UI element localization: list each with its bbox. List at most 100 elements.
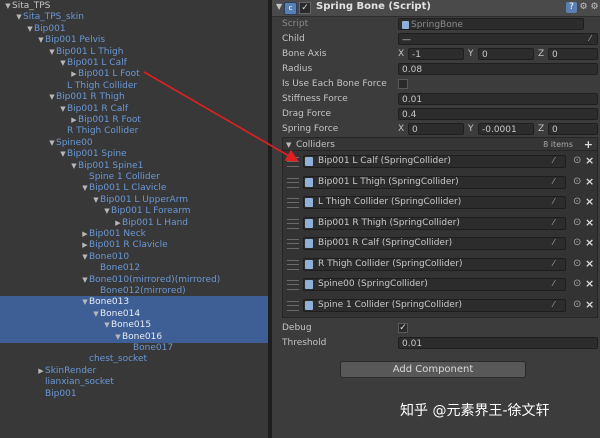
radius-field[interactable]: 0.08 (398, 63, 598, 75)
expand-arrow-down-icon[interactable]: ▼ (81, 182, 89, 194)
drag-handle-icon[interactable] (287, 218, 299, 229)
collider-object-field[interactable]: Spine00 (SpringCollider) (303, 278, 566, 291)
colliders-fold-icon[interactable]: ▼ (286, 138, 291, 152)
threshold-field[interactable]: 0.01 (398, 337, 598, 349)
hierarchy-row[interactable]: chest_socket (0, 353, 268, 365)
expand-arrow-down-icon[interactable]: ▼ (37, 34, 45, 46)
select-target-icon[interactable]: ⊙ (573, 237, 581, 248)
colliders-list-header[interactable]: ▼ Colliders 8 items + (282, 137, 598, 151)
select-target-icon[interactable]: ⊙ (573, 278, 581, 289)
select-target-icon[interactable]: ⊙ (573, 299, 581, 310)
object-picker-icon[interactable]: ⁄ (553, 259, 554, 268)
remove-item-icon[interactable]: × (585, 236, 594, 249)
hierarchy-row[interactable]: ▶Bip001 Neck (0, 228, 268, 240)
hierarchy-row[interactable]: Bip001 (0, 388, 268, 400)
drag-handle-icon[interactable] (287, 239, 299, 249)
hierarchy-row[interactable]: ▼Bone015 (0, 319, 268, 332)
object-picker-icon[interactable]: ⁄ (553, 279, 554, 288)
collider-object-field[interactable]: L Thigh Collider (SpringCollider) (303, 196, 566, 209)
spring-y-field[interactable]: -0.0001 (478, 123, 534, 135)
hierarchy-row[interactable]: ▼Bone010 (0, 251, 268, 263)
expand-arrow-right-icon[interactable]: ▶ (70, 114, 78, 126)
expand-arrow-right-icon[interactable]: ▶ (70, 68, 78, 80)
select-target-icon[interactable]: ⊙ (573, 217, 581, 228)
expand-arrow-down-icon[interactable]: ▼ (92, 308, 100, 320)
drag-handle-icon[interactable] (287, 177, 299, 188)
component-fold-icon[interactable]: ▼ (276, 2, 282, 11)
hierarchy-row[interactable]: ▼Bip001 L Clavicle (0, 182, 268, 194)
expand-arrow-down-icon[interactable]: ▼ (103, 205, 111, 217)
hierarchy-row[interactable]: ▼Bip001 L Thigh (0, 46, 268, 58)
expand-arrow-down-icon[interactable]: ▼ (48, 46, 56, 58)
spring-z-field[interactable]: 0 (548, 123, 598, 135)
drag-handle-icon[interactable] (287, 157, 299, 167)
hierarchy-row[interactable]: ▼Bone013 (0, 296, 268, 309)
select-target-icon[interactable]: ⊙ (573, 155, 581, 166)
collider-object-field[interactable]: R Thigh Collider (SpringCollider) (303, 257, 566, 271)
expand-arrow-down-icon[interactable]: ▼ (81, 296, 89, 308)
preset-icon[interactable]: ⚙ (578, 2, 589, 13)
hierarchy-row[interactable]: lianxian_socket (0, 376, 268, 388)
remove-item-icon[interactable]: × (585, 195, 594, 208)
remove-item-icon[interactable]: × (585, 175, 594, 188)
object-picker-icon[interactable]: ⁄ (553, 300, 554, 309)
drag-handle-icon[interactable] (287, 280, 299, 290)
hierarchy-row[interactable]: R Thigh Collider (0, 125, 268, 137)
hierarchy-row[interactable]: ▶Bip001 L Foot (0, 68, 268, 80)
hierarchy-row[interactable]: ▶Bip001 L Hand (0, 217, 268, 229)
expand-arrow-down-icon[interactable]: ▼ (48, 91, 56, 103)
expand-arrow-down-icon[interactable]: ▼ (81, 274, 89, 286)
spring-x-field[interactable]: 0 (408, 123, 464, 135)
hierarchy-row[interactable]: ▼Bip001 Pelvis (0, 34, 268, 46)
add-collider-plus-icon[interactable]: + (584, 138, 593, 152)
expand-arrow-down-icon[interactable]: ▼ (114, 331, 122, 343)
hierarchy-row[interactable]: Bone017 (0, 342, 268, 354)
drag-handle-icon[interactable] (287, 259, 299, 270)
hierarchy-row[interactable]: ▶SkinRender (0, 365, 268, 377)
bone-axis-y-field[interactable]: 0 (478, 48, 534, 60)
hierarchy-row[interactable]: ▼Spine00 (0, 137, 268, 149)
hierarchy-row[interactable]: ▼Bip001 (0, 23, 268, 35)
expand-arrow-down-icon[interactable]: ▼ (15, 11, 23, 23)
object-picker-icon[interactable]: ⁄ (553, 156, 554, 165)
drag-field[interactable]: 0.4 (398, 108, 598, 120)
hierarchy-row[interactable]: Bone012 (0, 262, 268, 274)
hierarchy-row[interactable]: ▼Bip001 L UpperArm (0, 194, 268, 206)
hierarchy-row[interactable]: Spine 1 Collider (0, 171, 268, 183)
expand-arrow-right-icon[interactable]: ▶ (114, 217, 122, 229)
expand-arrow-down-icon[interactable]: ▼ (26, 23, 34, 35)
drag-handle-icon[interactable] (287, 300, 299, 311)
debug-checkbox[interactable]: ✓ (398, 323, 408, 333)
remove-item-icon[interactable]: × (585, 154, 594, 167)
gear-icon[interactable]: ⚙ (589, 2, 600, 13)
expand-arrow-right-icon[interactable]: ▶ (81, 228, 89, 240)
collider-object-field[interactable]: Bip001 R Calf (SpringCollider) (303, 237, 566, 250)
hierarchy-row[interactable]: ▼Bip001 L Forearm (0, 205, 268, 217)
remove-item-icon[interactable]: × (585, 298, 594, 311)
hierarchy-row[interactable]: ▼Bip001 Spine (0, 148, 268, 160)
hierarchy-row[interactable]: Bone012(mirrored) (0, 285, 268, 297)
expand-arrow-down-icon[interactable]: ▼ (59, 57, 67, 69)
hierarchy-row[interactable]: ▼Sita_TPS_skin (0, 11, 268, 23)
hierarchy-row[interactable]: ▶Bip001 R Clavicle (0, 239, 268, 251)
hierarchy-row[interactable]: ▼Bip001 R Calf (0, 103, 268, 115)
hierarchy-row[interactable]: ▼Bone016 (0, 330, 268, 343)
expand-arrow-down-icon[interactable]: ▼ (4, 0, 12, 12)
hierarchy-row[interactable]: ▼Bip001 L Calf (0, 57, 268, 69)
use-each-checkbox[interactable] (398, 79, 408, 89)
object-picker-icon[interactable]: ⁄ (585, 34, 595, 44)
expand-arrow-down-icon[interactable]: ▼ (103, 319, 111, 331)
expand-arrow-down-icon[interactable]: ▼ (92, 194, 100, 206)
expand-arrow-down-icon[interactable]: ▼ (81, 251, 89, 263)
script-field[interactable]: SpringBone (398, 18, 584, 30)
child-field[interactable]: — ⁄ (398, 33, 598, 45)
select-target-icon[interactable]: ⊙ (573, 258, 581, 269)
expand-arrow-down-icon[interactable]: ▼ (70, 160, 78, 172)
object-picker-icon[interactable]: ⁄ (553, 238, 554, 247)
hierarchy-row[interactable]: ▼Bone014 (0, 307, 268, 320)
remove-item-icon[interactable]: × (585, 216, 594, 229)
bone-axis-z-field[interactable]: 0 (548, 48, 598, 60)
expand-arrow-down-icon[interactable]: ▼ (59, 103, 67, 115)
collider-object-field[interactable]: Bip001 L Thigh (SpringCollider) (303, 175, 566, 189)
object-picker-icon[interactable]: ⁄ (553, 177, 554, 186)
